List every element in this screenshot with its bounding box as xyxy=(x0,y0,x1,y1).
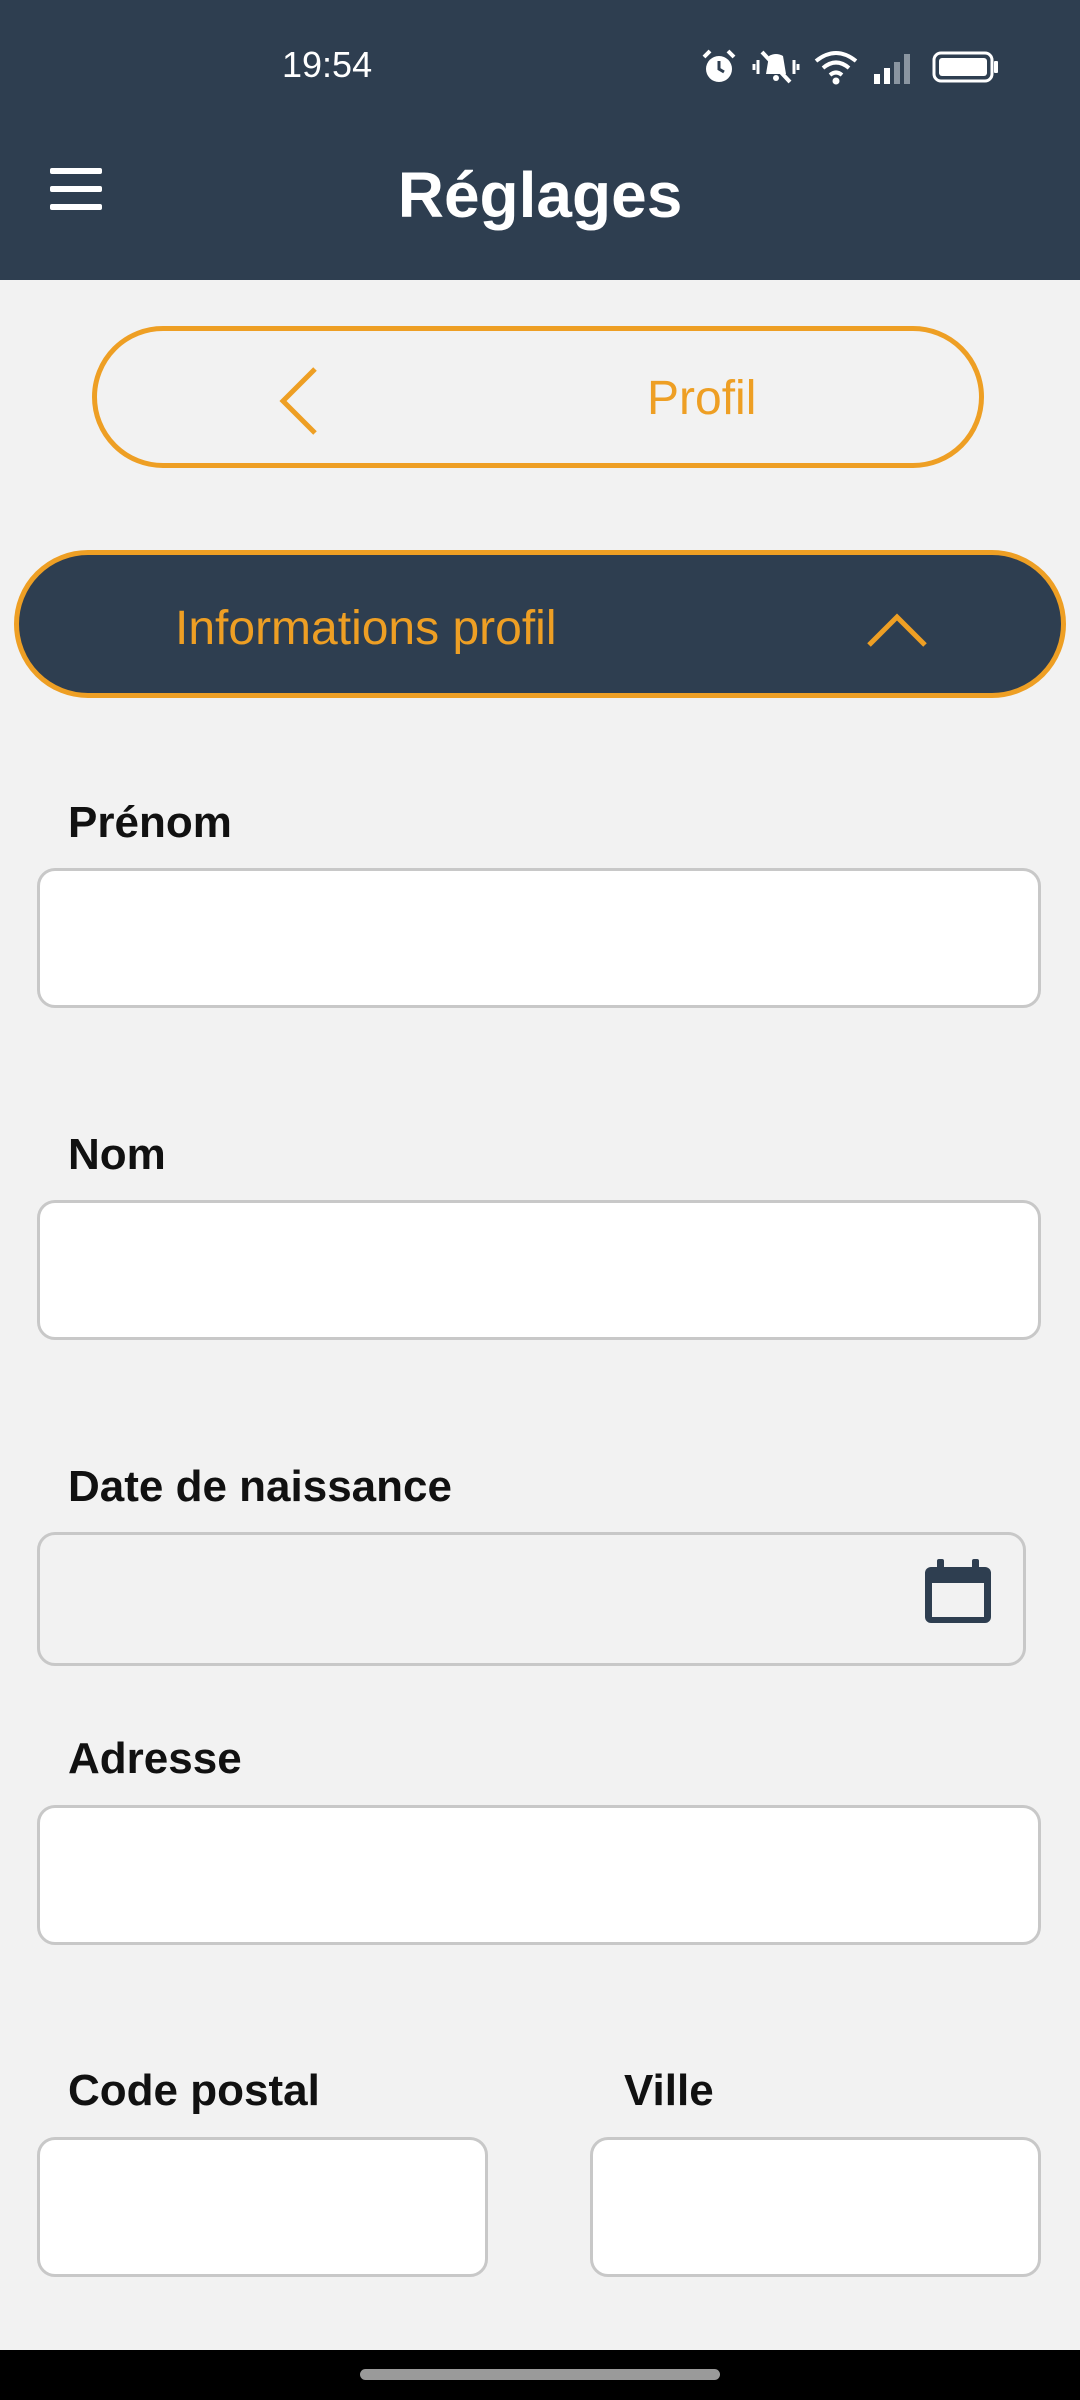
alarm-icon xyxy=(702,49,736,82)
page-title: Réglages xyxy=(397,159,683,231)
postal-code-input[interactable] xyxy=(40,2140,485,2274)
postal-code-field[interactable] xyxy=(37,2137,488,2277)
profile-label: Profil xyxy=(647,372,757,425)
chevron-up-icon[interactable] xyxy=(865,609,929,649)
last-name-input[interactable] xyxy=(40,1203,1038,1337)
calendar-icon[interactable] xyxy=(923,1559,993,1625)
battery-icon xyxy=(932,51,998,83)
system-nav-bar xyxy=(0,2350,1080,2400)
status-time: 19:54 xyxy=(282,44,373,85)
section-title: Informations profil xyxy=(175,602,557,655)
home-indicator[interactable] xyxy=(360,2369,720,2380)
first-name-field[interactable] xyxy=(37,868,1041,1008)
postal-code-label: Code postal xyxy=(68,2066,320,2115)
last-name-label: Nom xyxy=(68,1130,166,1179)
first-name-label: Prénom xyxy=(68,798,232,847)
address-input[interactable] xyxy=(40,1808,1038,1942)
wifi-icon xyxy=(814,51,858,85)
city-input[interactable] xyxy=(593,2140,1038,2274)
app-bar: 19:54 Réglages xyxy=(0,0,1080,280)
birth-date-input[interactable] xyxy=(40,1535,1023,1663)
status-icons xyxy=(700,44,1000,90)
address-label: Adresse xyxy=(68,1734,242,1783)
city-field[interactable] xyxy=(590,2137,1041,2277)
section-header-informations-profil[interactable]: Informations profil xyxy=(14,550,1066,698)
signal-icon xyxy=(874,54,910,84)
last-name-field[interactable] xyxy=(37,1200,1041,1340)
birth-date-field[interactable] xyxy=(37,1532,1026,1666)
first-name-input[interactable] xyxy=(40,871,1038,1005)
city-label: Ville xyxy=(624,2066,714,2115)
vibrate-mute-icon xyxy=(752,50,800,84)
profile-back-button[interactable]: Profil xyxy=(92,326,984,468)
address-field[interactable] xyxy=(37,1805,1041,1945)
birth-date-label: Date de naissance xyxy=(68,1462,452,1511)
